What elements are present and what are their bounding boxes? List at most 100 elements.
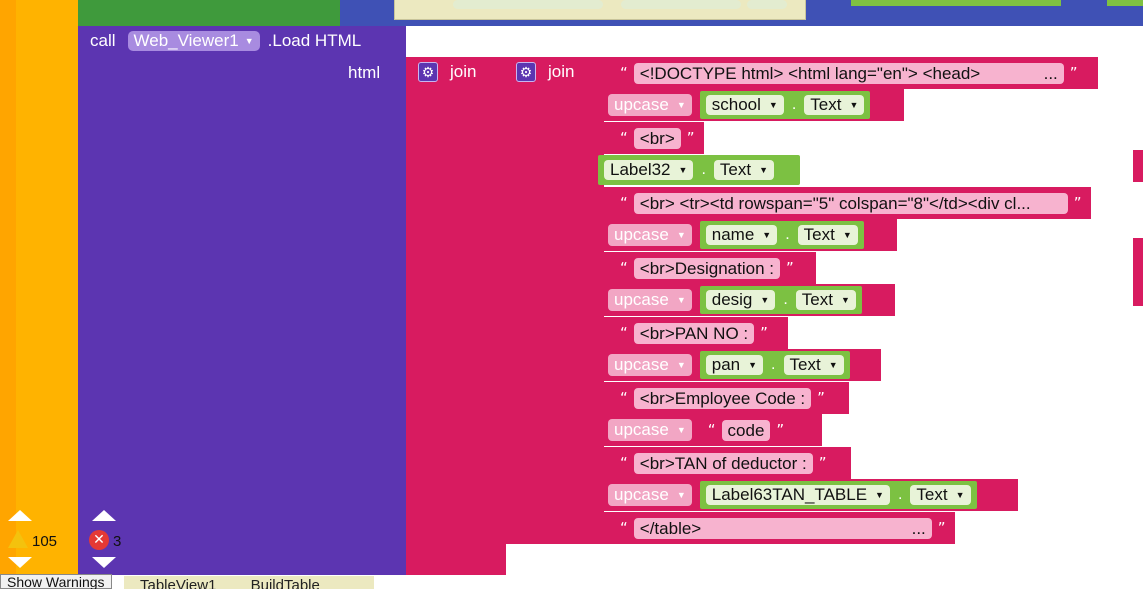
property-dropdown[interactable]: Text ▼ (783, 355, 844, 375)
text-value[interactable]: <br>PAN NO : (633, 322, 755, 344)
offscreen-block[interactable] (1133, 238, 1143, 306)
chevron-down-icon: ▼ (955, 490, 965, 500)
component-dropdown[interactable]: pan ▼ (705, 355, 764, 375)
property-dropdown[interactable]: Text ▼ (797, 225, 858, 245)
text-value[interactable]: <br>Employee Code : (633, 387, 812, 409)
dot-separator: . (791, 96, 797, 113)
component-name: Web_Viewer1 (133, 31, 239, 50)
close-quote: ” (1073, 194, 1082, 212)
text-block[interactable]: “ <br>TAN of deductor : ” (604, 447, 851, 479)
close-quote: ” (686, 129, 695, 147)
method-label: .Load HTML (267, 31, 362, 50)
text-block[interactable]: “ <!DOCTYPE html> <html lang="en"> <head… (604, 57, 1098, 89)
partial-dropdown (621, 0, 741, 9)
property-dropdown[interactable]: Text ▼ (910, 485, 971, 505)
text-block[interactable]: “ code ” (702, 419, 790, 441)
chevron-down-icon: ▼ (678, 165, 688, 175)
upcase-block[interactable]: upcase ▼ “ code ” (604, 414, 822, 446)
getter-block[interactable]: Label63TAN_TABLE ▼ . Text ▼ (699, 481, 977, 509)
upcase-dropdown[interactable]: upcase ▼ (608, 224, 692, 246)
error-prev-arrow[interactable] (92, 510, 116, 521)
component-dropdown[interactable]: Label63TAN_TABLE ▼ (705, 485, 890, 505)
text-value[interactable]: <!DOCTYPE html> <html lang="en"> <head> … (633, 62, 1064, 84)
upcase-block[interactable]: upcase ▼ pan ▼ . Text ▼ (604, 349, 881, 381)
property-dropdown[interactable]: Text ▼ (804, 95, 865, 115)
block-below-collapsed[interactable]: TableView1 BuildTable (124, 576, 374, 589)
upcase-dropdown[interactable]: upcase ▼ (608, 484, 692, 506)
upcase-block[interactable]: upcase ▼ school ▼ . Text ▼ (604, 89, 904, 121)
outer-join-block[interactable]: ⚙ join (406, 57, 506, 575)
chevron-down-icon: ▼ (828, 360, 838, 370)
block-above-collapsed[interactable] (394, 0, 806, 20)
chevron-down-icon: ▼ (849, 100, 859, 110)
property-name: Text (810, 95, 842, 114)
text-value[interactable]: <br>TAN of deductor : (633, 452, 813, 474)
getter-block[interactable]: desig ▼ . Text ▼ (699, 286, 862, 314)
getter-block[interactable]: name ▼ . Text ▼ (699, 221, 864, 249)
call-load-html-block[interactable]: call Web_Viewer1 ▼ .Load HTML html (78, 26, 406, 575)
component-name: school (711, 95, 761, 114)
call-label: call (90, 31, 116, 50)
inner-join-block[interactable]: ⚙ join (506, 57, 604, 544)
upcase-dropdown[interactable]: upcase ▼ (608, 94, 692, 116)
chevron-down-icon: ▼ (760, 295, 770, 305)
error-next-arrow[interactable] (92, 557, 116, 568)
close-quote: ” (817, 389, 825, 407)
property-dropdown[interactable]: Text ▼ (795, 290, 856, 310)
getter-block[interactable]: Label32 ▼ . Text ▼ (598, 155, 800, 185)
text-block[interactable]: “ </table> ... ” (604, 512, 955, 544)
component-dropdown[interactable]: Label32 ▼ (604, 160, 694, 180)
component-dropdown[interactable]: name ▼ (705, 225, 778, 245)
upcase-block[interactable]: upcase ▼ name ▼ . Text ▼ (604, 219, 897, 251)
getter-block[interactable]: pan ▼ . Text ▼ (699, 351, 850, 379)
block-above-green-right[interactable] (851, 0, 1061, 6)
warning-prev-arrow[interactable] (8, 510, 32, 521)
partial-number (747, 0, 787, 9)
dot-separator: . (897, 486, 903, 503)
upcase-block[interactable]: upcase ▼ Label63TAN_TABLE ▼ . Text ▼ (604, 479, 1018, 511)
block-above-green-far-right[interactable] (1107, 0, 1143, 6)
open-quote: “ (620, 454, 628, 472)
fn-label: upcase (614, 485, 669, 504)
component-name: Label63TAN_TABLE (711, 485, 868, 504)
close-quote: ” (760, 324, 768, 342)
text-block[interactable]: “ <br>Designation : ” (604, 252, 816, 284)
dot-separator: . (771, 356, 776, 373)
procedure-block[interactable] (16, 0, 78, 589)
text-block[interactable]: “ <br>PAN NO : ” (604, 317, 788, 349)
gear-icon[interactable]: ⚙ (418, 62, 438, 82)
partial-text: BuildTable (250, 577, 320, 589)
text-value[interactable]: <br> <tr><td rowspan="5" colspan="8"</td… (633, 192, 1068, 214)
property-name: Text (803, 225, 835, 244)
getter-block[interactable]: school ▼ . Text ▼ (699, 91, 871, 119)
text-value[interactable]: code (721, 419, 771, 441)
warning-next-arrow[interactable] (8, 557, 32, 568)
upcase-dropdown[interactable]: upcase ▼ (608, 354, 692, 376)
block-above-green[interactable] (78, 0, 340, 26)
offscreen-block[interactable] (1133, 150, 1143, 182)
chevron-down-icon: ▼ (748, 360, 758, 370)
show-warnings-button[interactable]: Show Warnings (0, 574, 112, 589)
upcase-dropdown[interactable]: upcase ▼ (608, 289, 692, 311)
component-dropdown[interactable]: desig ▼ (705, 290, 776, 310)
dot-separator: . (785, 226, 790, 243)
chevron-down-icon: ▼ (676, 100, 686, 110)
text-block[interactable]: “ <br> <tr><td rowspan="5" colspan="8"</… (604, 187, 1091, 219)
open-quote: “ (620, 64, 628, 82)
text-value[interactable]: <br> (633, 127, 681, 149)
open-quote: “ (620, 519, 628, 537)
component-dropdown[interactable]: Web_Viewer1 ▼ (127, 31, 260, 51)
upcase-dropdown[interactable]: upcase ▼ (608, 419, 692, 441)
upcase-block[interactable]: upcase ▼ desig ▼ . Text ▼ (604, 284, 895, 316)
text-value[interactable]: </table> ... (633, 517, 932, 539)
ellipsis: ... (1043, 63, 1058, 83)
chevron-down-icon: ▼ (676, 295, 686, 305)
component-name: pan (711, 355, 741, 374)
component-dropdown[interactable]: school ▼ (705, 95, 784, 115)
text-value[interactable]: <br>Designation : (633, 257, 780, 279)
gear-icon[interactable]: ⚙ (516, 62, 536, 82)
property-dropdown[interactable]: Text ▼ (713, 160, 774, 180)
property-name: Text (916, 485, 948, 504)
text-block[interactable]: “ <br> ” (604, 122, 704, 154)
text-block[interactable]: “ <br>Employee Code : ” (604, 382, 849, 414)
